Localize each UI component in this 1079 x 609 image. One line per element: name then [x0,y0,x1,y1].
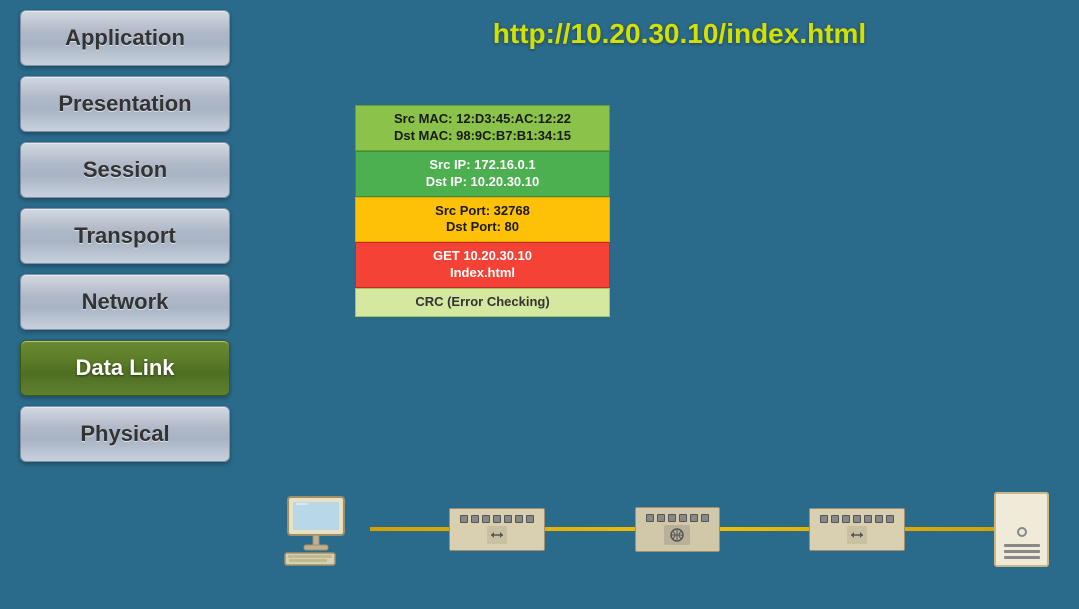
http-layer: GET 10.20.30.10 Index.html [355,242,610,288]
sidebar-item-network[interactable]: Network [20,274,230,330]
sidebar-item-presentation[interactable]: Presentation [20,76,230,132]
switch-symbol-2 [847,526,867,544]
computer-icon [280,489,360,569]
switch-2 [809,508,905,551]
sidebar-item-session[interactable]: Session [20,142,230,198]
sidebar-item-datalink[interactable]: Data Link [20,340,230,396]
packet-diagram: Src MAC: 12:D3:45:AC:12:22 Dst MAC: 98:9… [355,105,610,317]
router-symbol [664,525,690,545]
network-row [270,489,1059,569]
source-computer [280,489,360,569]
switch-symbol [487,526,507,544]
router [635,507,720,552]
sidebar-item-physical[interactable]: Physical [20,406,230,462]
server [994,492,1049,567]
sidebar-item-application[interactable]: Application [20,10,230,66]
switch-1 [449,508,545,551]
mac-layer: Src MAC: 12:D3:45:AC:12:22 Dst MAC: 98:9… [355,105,610,151]
crc-layer: CRC (Error Checking) [355,288,610,317]
network-diagram [270,469,1059,589]
ip-layer: Src IP: 172.16.0.1 Dst IP: 10.20.30.10 [355,151,610,197]
sidebar-item-transport[interactable]: Transport [20,208,230,264]
port-layer: Src Port: 32768 Dst Port: 80 [355,197,610,243]
url-display: http://10.20.30.10/index.html [300,18,1059,50]
sidebar: Application Presentation Session Transpo… [20,10,230,462]
